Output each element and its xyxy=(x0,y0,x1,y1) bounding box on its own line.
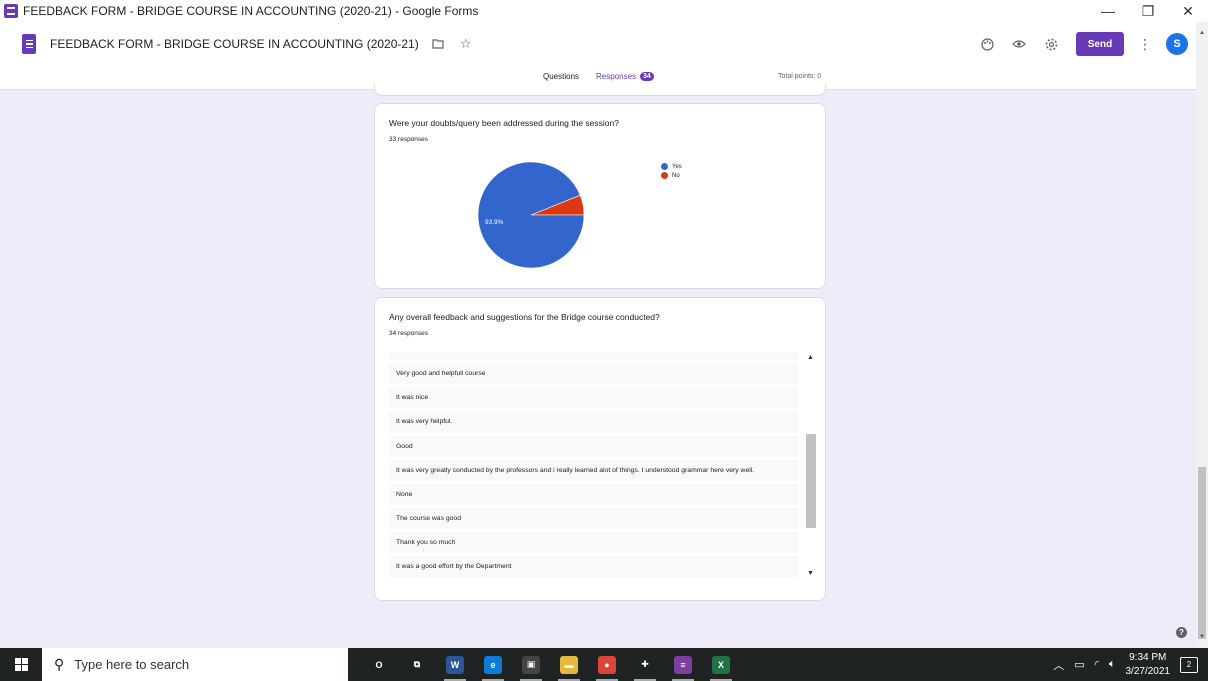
help-icon[interactable]: ? xyxy=(1176,627,1187,638)
list-item: Thank you so much xyxy=(389,532,798,554)
list-item: None xyxy=(389,483,798,506)
winrar-icon[interactable]: ≡ xyxy=(664,648,702,681)
scroll-down-arrow-icon[interactable]: ▼ xyxy=(1199,634,1205,640)
scroll-up-arrow-icon[interactable]: ▲ xyxy=(1199,30,1205,36)
word-icon[interactable]: W xyxy=(436,648,474,681)
response-count: 34 responses xyxy=(389,330,429,337)
gear-icon[interactable] xyxy=(1042,35,1060,53)
battery-icon[interactable]: ▭ xyxy=(1074,658,1084,671)
restore-button[interactable]: ❐ xyxy=(1128,0,1168,22)
form-title[interactable]: FEEDBACK FORM - BRIDGE COURSE IN ACCOUNT… xyxy=(50,37,419,51)
notification-count: 2 xyxy=(1186,660,1192,669)
question-card-feedback: Any overall feedback and suggestions for… xyxy=(374,297,826,601)
responses-scrollbar-thumb[interactable] xyxy=(806,434,816,528)
tab-responses-label: Responses xyxy=(596,72,637,81)
eye-icon[interactable] xyxy=(1010,35,1028,53)
notification-center-icon[interactable]: 2 xyxy=(1180,656,1198,673)
palette-icon[interactable] xyxy=(978,35,996,53)
start-button[interactable] xyxy=(0,648,42,681)
window-title-bar: FEEDBACK FORM - BRIDGE COURSE IN ACCOUNT… xyxy=(0,0,1208,22)
pie-chart xyxy=(478,162,584,268)
google-forms-app-icon xyxy=(4,4,18,18)
list-item: It was very helpful. xyxy=(389,411,798,433)
previous-question-card xyxy=(374,84,826,96)
windows-taskbar: ⚲ Type here to search O ⧉ We ▣ ▬ ● ✚ ≡ X ︿ ▭ ◜ 🔈… xyxy=(0,648,1208,681)
edge-icon[interactable]: e xyxy=(474,648,512,681)
legend-item-no[interactable]: No xyxy=(661,172,682,179)
minimize-button[interactable]: — xyxy=(1088,0,1128,22)
clock-date: 3/27/2021 xyxy=(1125,665,1171,677)
page-scrollbar[interactable]: ▲ ▼ xyxy=(1196,22,1208,648)
legend-item-yes[interactable]: Yes xyxy=(661,163,682,170)
question-title: Any overall feedback and suggestions for… xyxy=(389,312,660,322)
question-card-doubts: Were your doubts/query been addressed du… xyxy=(374,103,826,289)
taskbar-clock[interactable]: 9:34 PM 3/27/2021 xyxy=(1126,651,1171,678)
new-app-icon-glyph: ✚ xyxy=(636,655,654,674)
store-icon-glyph: ▣ xyxy=(522,655,540,674)
forms-logo-icon[interactable] xyxy=(22,34,36,54)
responses-list[interactable]: Very good and helpfull course It was nic… xyxy=(389,352,798,587)
page-scrollbar-thumb[interactable] xyxy=(1198,467,1206,639)
task-view-icon-glyph: ⧉ xyxy=(408,655,426,674)
list-item-partial xyxy=(389,352,798,360)
excel-icon[interactable]: X xyxy=(702,648,740,681)
pie-slice-yes[interactable] xyxy=(478,162,584,268)
star-icon[interactable]: ☆ xyxy=(457,35,475,53)
question-title: Were your doubts/query been addressed du… xyxy=(389,118,619,128)
winrar-icon-glyph: ≡ xyxy=(674,655,692,674)
folder-icon[interactable] xyxy=(429,35,447,53)
response-count: 33 responses xyxy=(389,136,429,143)
close-button[interactable]: ✕ xyxy=(1168,0,1208,22)
volume-icon[interactable]: 🔈︎ xyxy=(1109,658,1116,671)
scroll-up-arrow-icon[interactable]: ▲ xyxy=(807,354,814,361)
cortana-icon-glyph: O xyxy=(370,655,388,674)
list-item: Very good and helpfull course xyxy=(389,363,798,385)
window-title: FEEDBACK FORM - BRIDGE COURSE IN ACCOUNT… xyxy=(23,4,479,18)
chrome-icon[interactable]: ● xyxy=(588,648,626,681)
word-icon-glyph: W xyxy=(446,655,464,674)
tray-expand-icon[interactable]: ︿ xyxy=(1053,657,1064,673)
list-item: The course was good xyxy=(389,508,798,530)
scroll-down-arrow-icon[interactable]: ▼ xyxy=(807,570,814,577)
legend-swatch-yes xyxy=(661,163,668,170)
new-app-icon[interactable]: ✚ xyxy=(626,648,664,681)
tab-questions[interactable]: Questions xyxy=(543,72,579,81)
list-item: It was a good effort by the Department xyxy=(389,556,798,578)
search-placeholder: Type here to search xyxy=(74,657,190,672)
list-item: It was very greatly conducted by the pro… xyxy=(389,459,798,481)
list-item: Good xyxy=(389,435,798,457)
wifi-icon[interactable]: ◜ xyxy=(1095,658,1099,671)
pie-slice-label-yes: 93.9% xyxy=(485,219,504,226)
legend-label-no: No xyxy=(672,172,680,179)
clock-time: 9:34 PM xyxy=(1129,652,1167,663)
cortana-icon[interactable]: O xyxy=(360,648,398,681)
task-view-icon[interactable]: ⧉ xyxy=(398,648,436,681)
taskbar-search-box[interactable]: ⚲ Type here to search xyxy=(42,648,348,681)
store-icon[interactable]: ▣ xyxy=(512,648,550,681)
system-tray: ︿ ▭ ◜ 🔈︎ 9:34 PM 3/27/2021 2 xyxy=(1053,651,1208,678)
file-explorer-icon[interactable]: ▬ xyxy=(550,648,588,681)
chart-legend: Yes No xyxy=(661,163,682,181)
more-vert-icon[interactable]: ⋮ xyxy=(1138,36,1152,53)
legend-label-yes: Yes xyxy=(672,163,682,170)
search-icon: ⚲ xyxy=(54,656,65,672)
file-explorer-icon-glyph: ▬ xyxy=(560,655,578,674)
send-button[interactable]: Send xyxy=(1076,32,1124,56)
list-item: It was nice xyxy=(389,387,798,409)
total-points: Total points: 0 xyxy=(778,73,822,80)
legend-swatch-no xyxy=(661,172,668,179)
responses-scrollbar[interactable]: ▲ ▼ xyxy=(804,354,818,587)
edge-icon-glyph: e xyxy=(484,655,502,674)
chrome-icon-glyph: ● xyxy=(598,655,616,674)
excel-icon-glyph: X xyxy=(712,655,730,674)
account-avatar[interactable]: S xyxy=(1166,33,1188,55)
responses-count-badge: 34 xyxy=(640,72,654,81)
windows-logo-icon xyxy=(14,658,28,671)
tab-responses[interactable]: Responses 34 xyxy=(596,72,654,81)
taskbar-apps: O ⧉ We ▣ ▬ ● ✚ ≡ X xyxy=(360,648,740,681)
forms-header: FEEDBACK FORM - BRIDGE COURSE IN ACCOUNT… xyxy=(0,22,1208,66)
